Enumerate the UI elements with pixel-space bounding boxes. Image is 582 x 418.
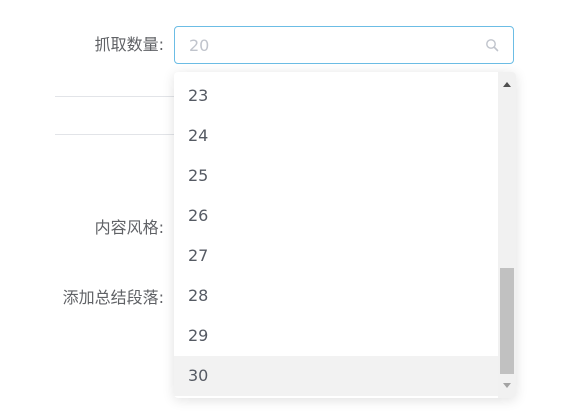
dropdown-option-24[interactable]: 24	[174, 116, 498, 156]
dropdown-option-25[interactable]: 25	[174, 156, 498, 196]
count-label: 抓取数量:	[94, 35, 164, 54]
divider	[55, 96, 175, 97]
dropdown-option-30[interactable]: 30	[174, 356, 498, 396]
dropdown-option-29[interactable]: 29	[174, 316, 498, 356]
scrollbar-thumb[interactable]	[500, 268, 514, 374]
divider	[55, 134, 175, 135]
count-select[interactable]: 20	[174, 26, 514, 64]
summary-label: 添加总结段落:	[62, 288, 164, 307]
select-value: 20	[189, 36, 210, 55]
search-icon	[486, 39, 499, 52]
dropdown-option-28[interactable]: 28	[174, 276, 498, 316]
dropdown-option-27[interactable]: 27	[174, 236, 498, 276]
dropdown-option-23[interactable]: 23	[174, 76, 498, 116]
style-label: 内容风格:	[94, 218, 164, 237]
dropdown-list: 23 24 25 26 27 28 29 30	[174, 76, 498, 396]
scroll-down-arrow-icon[interactable]	[503, 383, 511, 388]
page: 抓取数量: 内容风格: 添加总结段落: 20 23 24 25 26 27 28…	[0, 0, 582, 418]
count-dropdown: 23 24 25 26 27 28 29 30	[174, 72, 516, 398]
scroll-up-arrow-icon[interactable]	[503, 82, 511, 87]
dropdown-option-26[interactable]: 26	[174, 196, 498, 236]
scrollbar[interactable]	[498, 72, 516, 398]
